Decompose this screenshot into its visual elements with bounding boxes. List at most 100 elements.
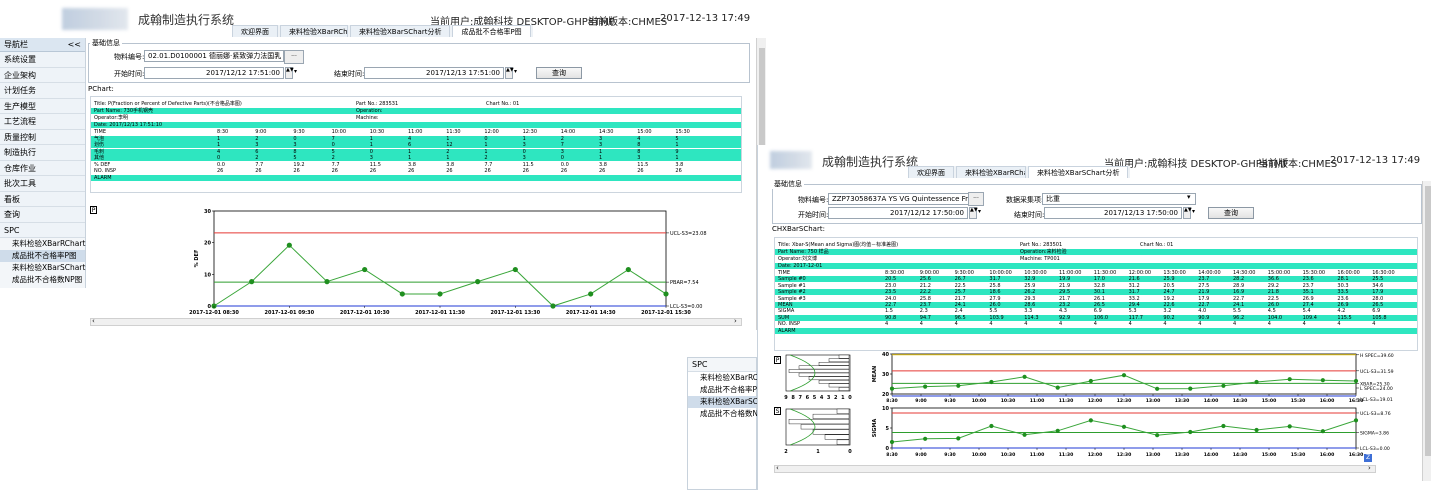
report-date-row: Date: 2017/12/13 17:51:10	[91, 122, 741, 128]
collapse-icon[interactable]: <<	[68, 38, 81, 52]
horizontal-scrollbar[interactable]	[90, 318, 742, 326]
scroll-right-arrow-icon[interactable]: ›	[734, 317, 737, 325]
material-browse-button[interactable]: ...	[284, 50, 304, 64]
nav-sub-np-chart[interactable]: 成品批不合格数NP图	[0, 274, 85, 286]
histogram-bar	[828, 358, 850, 363]
row-value: 115.5	[1337, 314, 1352, 321]
end-time-spinner[interactable]: ▲▼	[1183, 207, 1192, 219]
row-value: 2	[331, 155, 335, 161]
nav-item-enterprise[interactable]: 企业架构	[0, 67, 85, 83]
nav-item-kanban[interactable]: 看板	[0, 191, 85, 207]
start-time-spinner[interactable]: ▲▼	[969, 207, 978, 219]
material-field[interactable]: ZZP73058637A YS VG Quintessence Fresh M.…	[828, 193, 970, 205]
nav-sub-p-chart[interactable]: 成品批不合格率P图	[0, 250, 85, 262]
nav-item-system-settings[interactable]: 系统设置	[0, 52, 85, 68]
row-value: 16:30:00	[1372, 270, 1395, 276]
nav-item-query[interactable]: 查询	[0, 207, 85, 223]
y-axis-label: MEAN	[872, 366, 878, 382]
histogram-bar	[798, 372, 850, 377]
x-tick-label: 14:00	[1204, 452, 1219, 458]
zoom-icon[interactable]: Z	[1364, 454, 1372, 462]
row-label: NO. INSP	[94, 168, 117, 174]
scroll-left-arrow-icon[interactable]: ‹	[92, 317, 95, 325]
row-value: 1	[408, 148, 412, 155]
pchart-report: Title: P(Fraction or Percent of Defectiv…	[90, 96, 742, 193]
row-value: 26.7	[954, 276, 966, 283]
spc-sub-xbarr[interactable]: 来料检验XBarRChart	[688, 372, 773, 384]
query-button[interactable]: 查询	[1208, 207, 1254, 219]
histogram-x-label: 9	[784, 395, 788, 401]
nav-item-production-model[interactable]: 生产模型	[0, 98, 85, 114]
tab-xbars[interactable]: 来料检验XBarSChart分析	[350, 25, 451, 37]
tab-bar: 欢迎界面 来料检验XBarRChar 来料检验XBarSChart分析 成品批不…	[232, 25, 533, 37]
end-time-field[interactable]: 2017/12/13 17:50:00	[1044, 207, 1182, 219]
x-tick-label: 2017-12-01 15:30	[641, 310, 691, 316]
current-version: 当前版本:CHMES	[588, 17, 668, 28]
end-time-field[interactable]: 2017/12/13 17:51:00	[364, 67, 504, 79]
start-time-field[interactable]: 2017/12/12 17:50:00	[828, 207, 968, 219]
nav-sub-xbars[interactable]: 来料检验XBarSChart分	[0, 262, 93, 274]
spc-sub-p-chart[interactable]: 成品批不合格率P图	[688, 384, 765, 396]
nav-item-plan-tasks[interactable]: 计划任务	[0, 83, 85, 99]
nav-item-quality-control[interactable]: 质量控制	[0, 129, 85, 145]
data-point	[889, 439, 895, 445]
scroll-right-arrow-icon[interactable]: ›	[1368, 464, 1371, 472]
row-value: 14:00	[560, 129, 576, 135]
data-point	[1188, 429, 1193, 435]
row-value: 26.9	[1337, 302, 1349, 308]
horizontal-scrollbar[interactable]	[774, 465, 1376, 473]
p-chart: % DEF0102030UCL-S3=23.08PBAR=7.54LCL-S3=…	[189, 209, 706, 316]
data-point	[399, 291, 405, 297]
spc-sub-xbars[interactable]: 来料检验XBarSChart分	[688, 396, 781, 408]
start-time-spinner[interactable]: ▲▼	[285, 67, 294, 79]
start-time-dropdown-icon[interactable]: ▾	[294, 68, 297, 75]
tab-p-chart[interactable]: 成品批不合格率P图	[452, 25, 531, 37]
sample-row: NO. INSP 4 4 4 4 4 4 4 4 4 4 4 4 4 4 4	[775, 321, 1417, 327]
material-browse-button[interactable]: ...	[968, 192, 984, 206]
nav-item-manufacturing[interactable]: 制造执行	[0, 145, 85, 161]
row-value: 25.6	[919, 276, 931, 283]
start-time-dropdown-icon[interactable]: ▾	[978, 208, 981, 215]
x-tick-label: 16:00	[1320, 452, 1335, 458]
spc-group-label[interactable]: SPC	[688, 358, 756, 372]
spc-sub-np-chart[interactable]: 成品批不合格数NP图	[688, 408, 770, 420]
nav-sub-xbarr[interactable]: 来料检验XBarRChart	[0, 238, 85, 250]
row-label: TIME	[778, 270, 791, 276]
end-time-spinner[interactable]: ▲▼	[505, 67, 514, 79]
row-value: 114.3	[1024, 314, 1039, 321]
spc-overlay-panel: SPC 来料检验XBarRChart 成品批不合格率P图 来料检验XBarSCh…	[687, 357, 781, 490]
tab-welcome[interactable]: 欢迎界面	[232, 25, 278, 37]
histogram-bar	[828, 383, 850, 388]
vertical-scrollbar[interactable]	[1422, 181, 1431, 481]
start-time-label: 开始时间:	[798, 211, 829, 219]
x-tick-label: 9:00	[915, 452, 926, 458]
data-item-label: 数据采集项:	[1006, 196, 1044, 204]
report-date-row: Date: 2017-12-01	[775, 263, 1417, 269]
scroll-left-arrow-icon[interactable]: ‹	[776, 464, 779, 472]
end-time-dropdown-icon[interactable]: ▾	[1192, 208, 1195, 215]
start-time-field[interactable]: 2017/12/12 17:51:00	[144, 67, 284, 79]
report-date: Date: 2017-12-01	[778, 263, 823, 269]
row-value: 16.9	[1233, 289, 1245, 296]
row-value: 7	[560, 142, 564, 148]
row-value: 29.2	[1267, 282, 1279, 289]
data-item-dropdown-icon[interactable]: ▾	[1187, 193, 1191, 201]
row-value: 26.5	[1372, 302, 1384, 308]
tab-xbarr[interactable]: 来料检验XBarRChar	[280, 25, 348, 37]
query-button[interactable]: 查询	[536, 67, 582, 79]
row-value: 4.2	[1337, 308, 1346, 315]
vertical-scroll-thumb[interactable]	[1425, 186, 1431, 456]
row-value: 21.7	[954, 295, 966, 302]
nav-group-spc[interactable]: SPC	[0, 222, 85, 238]
tab-welcome[interactable]: 欢迎界面	[908, 166, 954, 178]
end-time-dropdown-icon[interactable]: ▾	[514, 68, 517, 75]
nav-item-process-flow[interactable]: 工艺流程	[0, 114, 85, 130]
report-date: Date: 2017/12/13 17:51:10	[94, 122, 163, 128]
data-item-select[interactable]: 比重	[1042, 193, 1196, 205]
row-value: 28.2	[1233, 276, 1245, 283]
nav-item-batch-tools[interactable]: 批次工具	[0, 176, 85, 192]
material-field[interactable]: 02.01.D0100001 德丽娜·紧致弹力法国乳 量小(...	[144, 50, 284, 62]
tab-xbarr[interactable]: 来料检验XBarRCha	[956, 166, 1026, 178]
tab-xbars[interactable]: 来料检验XBarSChart分析	[1028, 166, 1129, 178]
nav-item-warehouse[interactable]: 仓库作业	[0, 160, 85, 176]
